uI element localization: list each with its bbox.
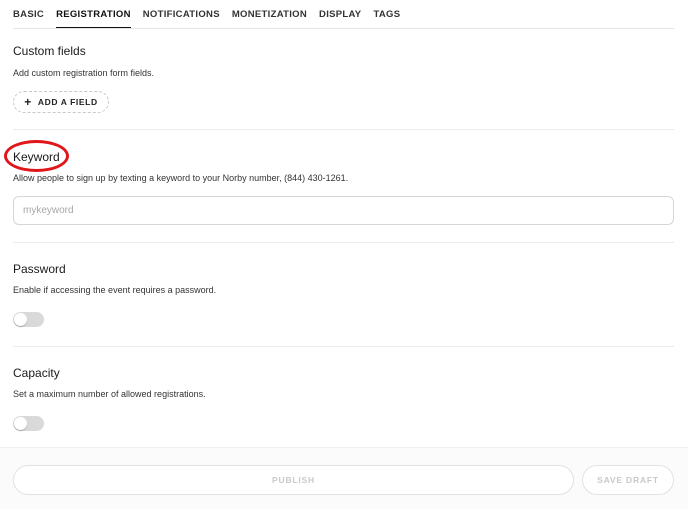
- custom-fields-section: Custom fields: [13, 44, 674, 58]
- divider: [13, 242, 674, 243]
- footer-bar: PUBLISH SAVE DRAFT: [0, 447, 688, 509]
- tab-display[interactable]: DISPLAY: [319, 0, 361, 29]
- keyword-input[interactable]: [13, 196, 674, 225]
- publish-button[interactable]: PUBLISH: [13, 465, 574, 495]
- password-description: Enable if accessing the event requires a…: [13, 285, 217, 295]
- tab-divider: [13, 28, 674, 29]
- add-field-button[interactable]: + ADD A FIELD: [13, 91, 109, 113]
- tab-monetization[interactable]: MONETIZATION: [232, 0, 307, 29]
- tab-tags[interactable]: TAGS: [373, 0, 400, 29]
- password-description-row: Enable if accessing the event requires a…: [13, 285, 674, 295]
- tab-bar: BASIC REGISTRATION NOTIFICATIONS MONETIZ…: [13, 0, 412, 29]
- add-field-label: ADD A FIELD: [37, 97, 98, 107]
- tab-notifications[interactable]: NOTIFICATIONS: [143, 0, 220, 29]
- capacity-title: Capacity: [13, 366, 60, 380]
- keyword-description-row: Allow people to sign up by texting a key…: [13, 173, 674, 183]
- save-draft-button[interactable]: SAVE DRAFT: [582, 465, 674, 495]
- password-section: Password: [13, 262, 674, 276]
- divider: [13, 129, 674, 130]
- capacity-description: Set a maximum number of allowed registra…: [13, 389, 206, 399]
- capacity-description-row: Set a maximum number of allowed registra…: [13, 389, 674, 399]
- password-title: Password: [13, 262, 66, 276]
- toggle-knob: [14, 417, 27, 430]
- divider: [13, 346, 674, 347]
- custom-fields-title: Custom fields: [13, 44, 86, 58]
- keyword-section: Keyword: [13, 150, 674, 164]
- capacity-section: Capacity: [13, 366, 674, 380]
- keyword-description: Allow people to sign up by texting a key…: [13, 173, 349, 183]
- keyword-title: Keyword: [13, 150, 60, 164]
- custom-fields-description: Add custom registration form fields.: [13, 68, 155, 78]
- toggle-knob: [14, 313, 27, 326]
- plus-icon: +: [24, 95, 32, 109]
- password-toggle[interactable]: [13, 312, 44, 327]
- capacity-toggle[interactable]: [13, 416, 44, 431]
- custom-fields-description-row: Add custom registration form fields.: [13, 68, 674, 78]
- tab-registration[interactable]: REGISTRATION: [56, 0, 131, 29]
- tab-basic[interactable]: BASIC: [13, 0, 44, 29]
